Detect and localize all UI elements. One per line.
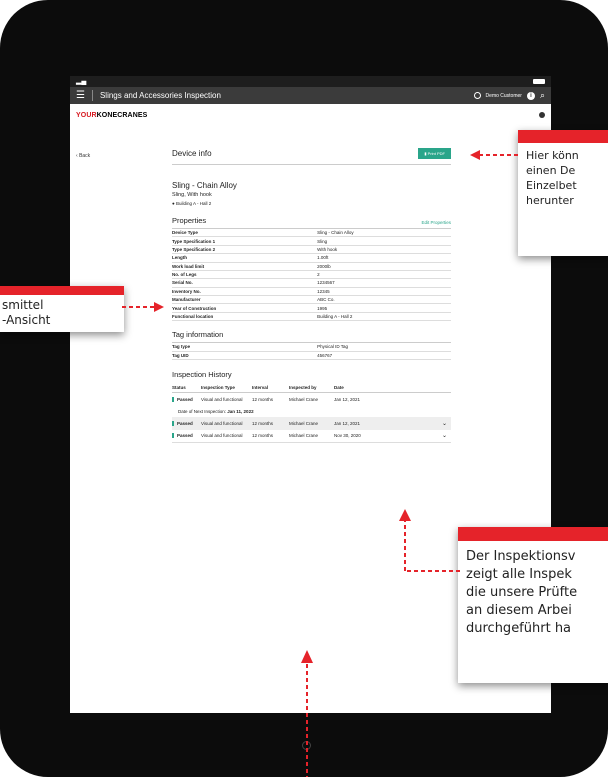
property-value: With hook bbox=[317, 245, 451, 255]
property-value: Building A - Hall 2 bbox=[317, 312, 451, 322]
table-row: Work load limit 2000lb bbox=[172, 262, 451, 271]
property-value: 1234567 bbox=[317, 278, 451, 288]
page-title: Device info bbox=[172, 149, 212, 158]
property-value: Sling bbox=[317, 236, 451, 246]
property-key: Device Type bbox=[172, 229, 318, 238]
property-value: 2 bbox=[317, 270, 451, 280]
history-row[interactable]: Passed Visual and functional 12 months M… bbox=[172, 393, 451, 406]
back-link[interactable]: ‹ Back bbox=[76, 153, 90, 159]
property-key: Tag UID bbox=[172, 351, 318, 360]
battery-icon bbox=[533, 79, 545, 84]
chevron-down-icon[interactable]: ⌄ bbox=[382, 420, 451, 427]
history-heading: Inspection History bbox=[172, 369, 232, 379]
property-key: Year of Construction bbox=[172, 303, 318, 313]
status-bar: ▂▄ bbox=[70, 76, 551, 87]
callout-history: Der Inspektionsv zeigt alle Inspek die uns… bbox=[458, 527, 608, 683]
app-title: Slings and Accessories Inspection bbox=[99, 91, 221, 100]
property-value: 1.00ft bbox=[317, 253, 451, 263]
property-value: Sling - Chain Alloy bbox=[317, 229, 451, 238]
menu-icon[interactable]: ☰ bbox=[76, 90, 85, 101]
device-content: Device info ▮ Print PDF Sling - Chain Al… bbox=[172, 148, 451, 443]
property-key: Functional location bbox=[172, 312, 318, 322]
info-icon[interactable]: i bbox=[526, 91, 535, 100]
property-value: 1995 bbox=[317, 303, 451, 313]
logo[interactable]: YOURKONECRANES bbox=[76, 112, 147, 119]
arrow-properties bbox=[122, 302, 164, 312]
table-row: Year of Construction 1995 bbox=[172, 303, 451, 313]
next-inspection: Date of Next Inspection: Jan 11, 2022 bbox=[178, 408, 254, 414]
property-key: Inventory No. bbox=[172, 287, 318, 297]
history-row[interactable]: Passed Visual and functional 12 months M… bbox=[172, 430, 451, 443]
table-row: Type Specification 2 With hook bbox=[172, 245, 451, 255]
search-icon[interactable]: ⌕ bbox=[540, 91, 545, 100]
property-value: ABC Co. bbox=[317, 295, 451, 305]
customer-name[interactable]: Demo Customer bbox=[486, 93, 522, 99]
table-row: No. of Legs 2 bbox=[172, 270, 451, 280]
location-pin-icon: ● bbox=[172, 201, 175, 206]
table-row: Tag type Physical ID Tag bbox=[172, 343, 451, 352]
table-row: Functional location Building A - Hall 2 bbox=[172, 312, 451, 322]
arrow-bottom bbox=[301, 650, 313, 777]
table-row: Device Type Sling - Chain Alloy bbox=[172, 229, 451, 238]
device-name: Sling - Chain Alloy bbox=[172, 181, 237, 190]
property-key: Work load limit bbox=[172, 262, 318, 271]
chevron-down-icon[interactable]: ⌄ bbox=[382, 432, 451, 439]
history-header: Status Inspection Type Interval Inspecte… bbox=[172, 383, 451, 393]
table-row: Serial No. 1234567 bbox=[172, 278, 451, 288]
table-row: Length 1.00ft bbox=[172, 253, 451, 263]
arrow-pdf bbox=[470, 150, 518, 160]
property-value: 12345 bbox=[317, 287, 451, 297]
back-label: Back bbox=[79, 153, 91, 159]
user-icon[interactable] bbox=[539, 112, 545, 118]
property-key: Serial No. bbox=[172, 278, 318, 288]
property-key: Length bbox=[172, 253, 318, 263]
callout-properties: smittel -Ansicht bbox=[0, 286, 124, 332]
print-pdf-button[interactable]: ▮ Print PDF bbox=[418, 148, 451, 159]
property-key: Type Specification 2 bbox=[172, 245, 318, 255]
property-key: Tag type bbox=[172, 343, 318, 352]
property-value: 2000lb bbox=[317, 262, 451, 271]
table-row: Manufacturer ABC Co. bbox=[172, 295, 451, 305]
property-value: Physical ID Tag bbox=[317, 343, 451, 352]
property-key: No. of Legs bbox=[172, 270, 318, 280]
table-row: Type Specification 1 Sling bbox=[172, 236, 451, 246]
edit-properties-link[interactable]: Edit Properties bbox=[421, 220, 451, 225]
property-key: Manufacturer bbox=[172, 295, 318, 305]
history-row[interactable]: Passed Visual and functional 12 months M… bbox=[172, 416, 451, 430]
device-subtitle: Sling, With hook bbox=[172, 192, 212, 198]
divider bbox=[91, 90, 93, 101]
property-value: 456767 bbox=[317, 351, 451, 360]
tag-table: Tag type Physical ID Tag Tag UID 456767 bbox=[172, 343, 451, 360]
arrow-history bbox=[399, 509, 460, 572]
callout-pdf: Hier könn einen De Einzelbet herunter bbox=[518, 130, 608, 256]
globe-icon[interactable] bbox=[473, 92, 481, 99]
app-bar: ☰ Slings and Accessories Inspection Demo… bbox=[70, 87, 551, 104]
tag-heading: Tag information bbox=[172, 330, 224, 340]
properties-heading: Properties bbox=[172, 216, 207, 225]
table-row: Inventory No. 12345 bbox=[172, 287, 451, 297]
brand-row: YOURKONECRANES bbox=[70, 104, 551, 126]
property-key: Type Specification 1 bbox=[172, 236, 318, 246]
signal-icon: ▂▄ bbox=[76, 78, 87, 85]
properties-table: Device Type Sling - Chain Alloy Type Speci… bbox=[172, 229, 451, 322]
table-row: Tag UID 456767 bbox=[172, 351, 451, 360]
device-location: ● Building A - Hall 2 bbox=[172, 201, 212, 206]
